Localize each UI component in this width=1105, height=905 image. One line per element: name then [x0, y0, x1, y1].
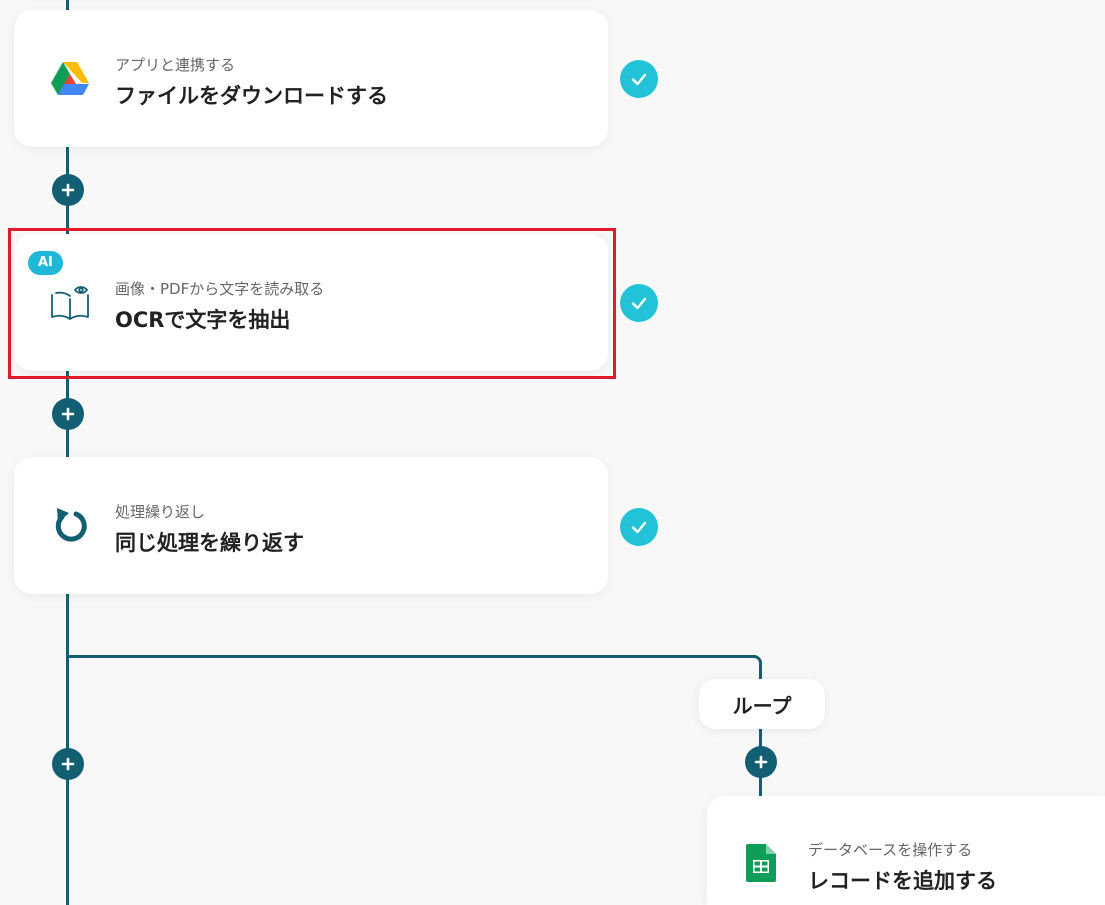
check-icon [620, 60, 658, 98]
plus-icon [61, 757, 75, 771]
loop-label[interactable]: ループ [699, 679, 825, 729]
plus-icon [754, 755, 768, 769]
plus-icon [61, 407, 75, 421]
add-step-button[interactable] [52, 398, 84, 430]
add-step-button[interactable] [745, 746, 777, 778]
check-icon [620, 284, 658, 322]
step-subtitle: アプリと連携する [115, 56, 236, 74]
add-step-button[interactable] [52, 174, 84, 206]
loop-arrow-icon [48, 503, 92, 547]
add-step-button[interactable] [52, 748, 84, 780]
google-sheets-icon [739, 840, 783, 884]
step-subtitle: 処理繰り返し [115, 503, 206, 521]
plus-icon [61, 183, 75, 197]
step-card-download-file[interactable]: アプリと連携する ファイルをダウンロードする [14, 10, 608, 147]
step-title: レコードを追加する [808, 869, 997, 893]
step-card-add-record[interactable]: データベースを操作する レコードを追加する [707, 796, 1105, 905]
selection-highlight [8, 228, 616, 379]
check-icon [620, 508, 658, 546]
step-title: ファイルをダウンロードする [115, 84, 388, 108]
step-title: 同じ処理を繰り返す [115, 531, 304, 555]
google-drive-icon [48, 56, 92, 100]
flow-connector-branch-horizontal [66, 655, 756, 658]
step-card-loop[interactable]: 処理繰り返し 同じ処理を繰り返す [14, 457, 608, 594]
step-subtitle: データベースを操作する [808, 841, 973, 859]
